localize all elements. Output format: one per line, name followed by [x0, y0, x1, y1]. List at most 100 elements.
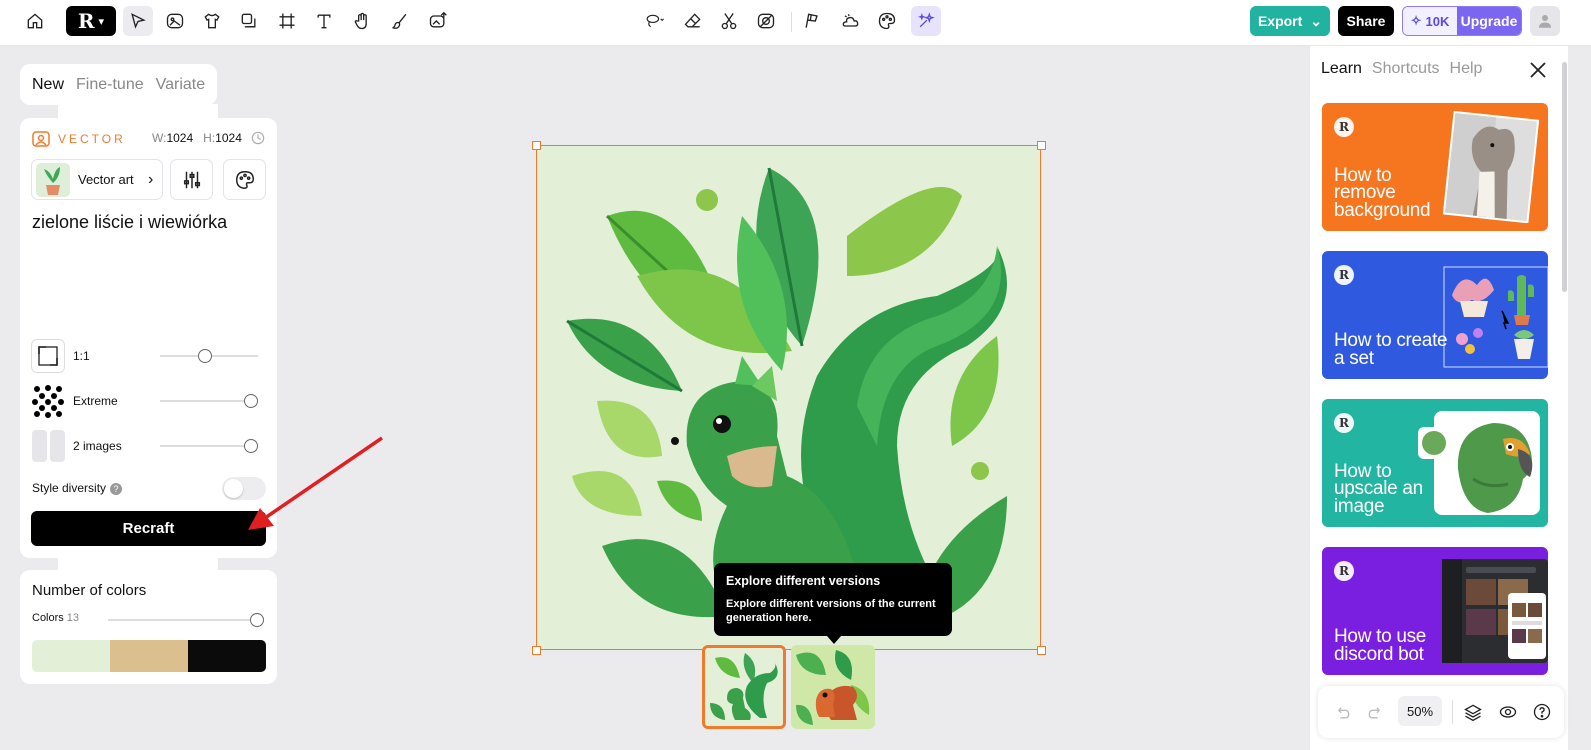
resize-handle[interactable] [532, 141, 541, 150]
frame-icon[interactable] [272, 6, 302, 36]
aspect-ratio-icon[interactable] [31, 339, 65, 373]
recraft-button[interactable]: Recraft [31, 511, 266, 546]
learn-card-title: How to use discord bot [1334, 626, 1427, 665]
logo-menu-button[interactable]: R ▾ [66, 6, 116, 36]
avatar[interactable] [1530, 6, 1560, 36]
magic-sparkle-icon[interactable] [911, 6, 941, 36]
tab-learn[interactable]: Learn [1321, 60, 1362, 78]
recraft-logo-icon: R [77, 9, 95, 33]
learn-panel: Learn Shortcuts Help R How to remove bac… [1310, 46, 1568, 750]
chevron-right-icon: › [148, 170, 154, 188]
sparkle-icon: ✧ [1410, 13, 1422, 28]
mockup-shirt-icon[interactable] [197, 6, 227, 36]
select-tool-icon[interactable] [123, 6, 153, 36]
resize-handle[interactable] [532, 646, 541, 655]
lasso-icon[interactable] [638, 6, 672, 36]
annotation-arrow-icon [248, 436, 383, 530]
hand-icon[interactable] [347, 6, 377, 36]
credits-upgrade[interactable]: ✧ 10K Upgrade [1402, 6, 1522, 36]
undo-icon[interactable] [1330, 700, 1354, 724]
chevron-down-icon: ▾ [98, 15, 105, 28]
settings-sliders-button[interactable] [170, 159, 213, 200]
color-swatch[interactable] [32, 640, 110, 672]
scissors-icon[interactable] [714, 6, 744, 36]
resize-handle[interactable] [1037, 646, 1046, 655]
color-swatch[interactable] [110, 640, 188, 672]
top-toolbar: R ▾ Export ⌄ Share ✧ 10K Upgrade [0, 0, 1591, 46]
image-upload-icon[interactable] [423, 6, 453, 36]
color-swatch[interactable] [188, 640, 266, 672]
help-circle-icon[interactable] [1530, 700, 1554, 724]
style-diversity-row: Style diversity? [32, 476, 266, 500]
tab-fine-tune[interactable]: Fine-tune [76, 76, 144, 94]
export-button[interactable]: Export ⌄ [1250, 6, 1330, 36]
home-icon[interactable] [20, 6, 50, 36]
palette-icon[interactable] [872, 6, 902, 36]
share-button[interactable]: Share [1338, 6, 1394, 36]
learn-card-discord-bot[interactable]: R How to use discord bot [1322, 547, 1548, 675]
learn-card-title: How to create a set [1334, 330, 1448, 369]
help-icon[interactable]: ? [110, 483, 123, 495]
upgrade-button[interactable]: Upgrade [1457, 7, 1521, 35]
dog-photo-icon [1442, 111, 1540, 223]
layers-copy-icon[interactable] [234, 6, 264, 36]
vector-label: VECTOR [58, 132, 126, 146]
learn-card-title: How to upscale an image [1334, 460, 1423, 517]
tab-variate[interactable]: Variate [156, 76, 206, 94]
text-icon[interactable] [309, 6, 339, 36]
redo-icon[interactable] [1364, 700, 1388, 724]
layers-icon[interactable] [1461, 700, 1485, 724]
resize-handle[interactable] [1037, 141, 1046, 150]
tooltip-title: Explore different versions [726, 574, 881, 588]
chevron-down-icon: ⌄ [1310, 12, 1323, 29]
style-name: Vector art [78, 172, 134, 187]
learn-card-remove-background[interactable]: R How to remove background [1322, 103, 1548, 231]
scrollbar[interactable] [1562, 62, 1567, 292]
aspect-ratio-row: 1:1 [31, 339, 267, 373]
cloud-icon[interactable] [835, 6, 865, 36]
version-thumbnail[interactable] [791, 645, 875, 729]
tab-new[interactable]: New [32, 76, 64, 94]
eye-icon[interactable] [1496, 700, 1520, 724]
colors-slider[interactable] [108, 613, 264, 627]
zoom-level[interactable]: 50% [1398, 696, 1442, 726]
image-generate-icon[interactable] [160, 6, 190, 36]
generation-panel: VECTOR W:1024 H:1024 Vector art › zielon… [20, 118, 277, 558]
learn-card-title: How to remove background [1334, 164, 1431, 221]
recraft-logo-icon: R [1334, 561, 1354, 581]
tab-help[interactable]: Help [1450, 60, 1483, 78]
mode-tabs: New Fine-tune Variate [20, 64, 217, 105]
vectorize-icon[interactable] [751, 6, 781, 36]
color-palette[interactable] [32, 640, 266, 672]
aspect-ratio-slider[interactable] [160, 349, 258, 363]
recraft-logo-icon: R [1334, 413, 1354, 433]
color-palette-button[interactable] [223, 159, 266, 200]
learn-tabs: Learn Shortcuts Help [1321, 60, 1482, 78]
brush-icon[interactable] [385, 6, 415, 36]
detail-level-label: Extreme [73, 394, 118, 408]
dots-pattern-icon [31, 384, 65, 418]
version-thumbnail[interactable] [702, 645, 786, 729]
tab-shortcuts[interactable]: Shortcuts [1372, 60, 1440, 78]
tooltip-arrow [827, 636, 841, 644]
slider-knob[interactable] [198, 349, 212, 363]
detail-level-slider[interactable] [160, 394, 258, 408]
vector-image-icon [32, 131, 50, 147]
dimensions[interactable]: W:1024 H:1024 [152, 131, 242, 145]
style-selector[interactable]: Vector art › [31, 159, 163, 200]
flags-icon[interactable] [797, 6, 827, 36]
recraft-logo-icon: R [1334, 117, 1354, 137]
style-diversity-label: Style diversity [32, 481, 107, 495]
close-icon[interactable] [1526, 58, 1550, 82]
slider-knob[interactable] [244, 394, 258, 408]
colors-panel: Number of colors Colors 13 [20, 570, 277, 684]
eraser-icon[interactable] [678, 6, 708, 36]
image-count-label: 2 images [73, 439, 122, 453]
learn-card-create-set[interactable]: R How to create a set [1322, 251, 1548, 379]
prompt-input[interactable]: zielone liście i wiewiórka [32, 212, 227, 233]
history-clock-icon[interactable] [251, 131, 265, 145]
image-count-icon [31, 429, 65, 463]
learn-card-upscale-image[interactable]: R How to upscale an image [1322, 399, 1548, 527]
slider-knob[interactable] [250, 613, 264, 627]
credits-count[interactable]: ✧ 10K [1403, 7, 1457, 35]
